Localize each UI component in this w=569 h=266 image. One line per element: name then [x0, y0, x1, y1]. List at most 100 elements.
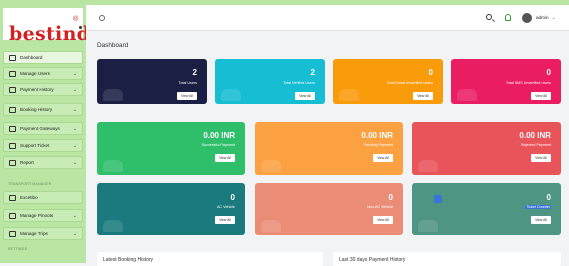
chevron-down-icon: ⌄ — [72, 126, 77, 132]
sidebar-toggle-dot[interactable] — [79, 26, 82, 29]
bus-icon — [103, 220, 123, 232]
sidebar-item-label: Payment Gateways — [20, 126, 60, 131]
panel-title: Latest Booking History — [103, 257, 154, 263]
search-icon[interactable] — [486, 14, 492, 20]
card-label: Non-AC Vehicle — [366, 205, 393, 209]
sidebar-item-label: Booking History — [20, 107, 53, 112]
sidebar-item-label: Support Ticket — [20, 143, 50, 148]
latest-booking-panel: Latest Booking History — [97, 252, 323, 266]
view-all-button[interactable]: View All — [373, 216, 393, 224]
chevron-down-icon: ⌄ — [72, 87, 77, 93]
bus-icon — [261, 220, 281, 232]
card-label: Successful Payment — [201, 143, 235, 147]
card-value: 0 — [428, 68, 433, 77]
card-label: Total Verified Users — [283, 81, 315, 85]
card-value: 0 — [546, 193, 551, 202]
view-all-button[interactable]: View All — [531, 216, 551, 224]
sidebar-section-title: TRANSPORT MANAGER — [8, 182, 52, 186]
users-icon — [103, 89, 123, 101]
trip-icon — [9, 230, 16, 237]
card-rejected-payment: 0.00 INR Rejected Payment View All — [412, 122, 561, 175]
card-value: 0 — [230, 193, 235, 202]
view-all-button[interactable]: View All — [295, 92, 315, 100]
view-all-button[interactable]: View All — [531, 154, 551, 162]
card-value: 0 — [546, 68, 551, 77]
card-ac-vehicle: 0 AC Vehicle View All — [97, 183, 245, 235]
money-icon — [103, 160, 123, 172]
sms-icon — [457, 89, 477, 101]
card-value: 2 — [192, 68, 197, 77]
user-check-icon — [221, 89, 241, 101]
sidebar-item-label: Dashboard — [20, 55, 43, 60]
sidebar-item-manage-users[interactable]: Manage Users ⌄ — [3, 67, 83, 80]
avatar[interactable] — [522, 13, 532, 23]
sidebar-item-dashboard[interactable]: Dashboard — [3, 51, 83, 64]
route-icon — [9, 212, 16, 219]
sidebar-item-excetibo[interactable]: Excetibo — [3, 191, 83, 204]
translate-icon[interactable] — [434, 195, 442, 203]
home-icon — [9, 54, 16, 61]
sidebar-item-payment-history[interactable]: Payment History ⌄ — [3, 83, 83, 96]
view-all-button[interactable]: View All — [373, 154, 393, 162]
sidebar-section-title: SETTINGS — [8, 247, 28, 251]
sidebar-item-booking-history[interactable]: Booking History ⌄ — [3, 103, 83, 116]
chevron-down-icon: ⌄ — [72, 143, 77, 149]
ticket-icon — [9, 142, 16, 149]
card-value: 0.00 INR — [519, 131, 551, 140]
card-value: 0.00 INR — [361, 131, 393, 140]
bus-icon — [9, 194, 16, 201]
chevron-down-icon[interactable]: ⌄ — [552, 15, 555, 20]
sidebar-item-label: Report — [20, 160, 34, 165]
chevron-down-icon: ⌄ — [72, 213, 77, 219]
card-label: AC Vehicle — [216, 205, 235, 209]
envelope-icon — [339, 89, 359, 101]
card-pending-payment: 0.00 INR Pending Payment View All — [255, 122, 403, 175]
chevron-down-icon: ⌄ — [72, 71, 77, 77]
sidebar-item-report[interactable]: Report ⌄ — [3, 156, 83, 169]
card-value: 0.00 INR — [203, 131, 235, 140]
gateway-icon — [9, 125, 16, 132]
brand-logo: bestind — [9, 23, 86, 45]
card-label: Total Users — [178, 81, 197, 85]
card-non-ac-vehicle: 0 Non-AC Vehicle View All — [255, 183, 403, 235]
chevron-down-icon: ⌄ — [72, 231, 77, 237]
card-label: Total Email Unverified Users — [386, 81, 433, 85]
view-all-button[interactable]: View All — [215, 216, 235, 224]
gear-icon[interactable] — [99, 15, 105, 21]
logo-box[interactable]: bestind ® — [3, 8, 86, 45]
card-label: Ticket Counter — [525, 205, 551, 209]
money-icon — [418, 160, 438, 172]
sidebar: bestind ® Dashboard Manage Users ⌄ Payme… — [0, 5, 86, 263]
view-all-button[interactable]: View All — [177, 92, 197, 100]
chevron-down-icon: ⌄ — [72, 160, 77, 166]
sidebar-item-manage-pinoots[interactable]: Manage Pinoots ⌄ — [3, 209, 83, 222]
user-name[interactable]: admin — [536, 15, 549, 20]
card-label: Rejected Payment — [520, 143, 551, 147]
sidebar-item-label: Excetibo — [20, 195, 38, 200]
bell-icon[interactable] — [505, 14, 511, 21]
money-icon — [261, 160, 281, 172]
sidebar-item-label: Payment History — [20, 87, 54, 92]
booking-icon — [9, 106, 16, 113]
card-ticket-counter: 0 Ticket Counter View All — [412, 183, 561, 235]
card-value: 2 — [310, 68, 315, 77]
users-icon — [9, 70, 16, 77]
report-icon — [9, 159, 16, 166]
sidebar-item-support-ticket[interactable]: Support Ticket ⌄ — [3, 139, 83, 152]
view-all-button[interactable]: View All — [531, 92, 551, 100]
card-sms-unverified: 0 Total SMS Unverified Users View All — [451, 59, 561, 104]
card-total-users: 2 Total Users View All — [97, 59, 207, 104]
sidebar-item-label: Manage Trips — [20, 231, 48, 236]
card-label: Total SMS Unverified Users — [505, 81, 551, 85]
ticket-icon — [418, 220, 438, 232]
payment-history-panel: Last 30 days Payment History — [333, 252, 561, 266]
view-all-button[interactable]: View All — [215, 154, 235, 162]
sidebar-item-manage-trips[interactable]: Manage Trips ⌄ — [3, 227, 83, 240]
payment-icon — [9, 86, 16, 93]
sidebar-item-payment-gateways[interactable]: Payment Gateways ⌄ — [3, 122, 83, 135]
panel-title: Last 30 days Payment History — [339, 257, 406, 263]
card-label: Pending Payment — [363, 143, 393, 147]
card-email-unverified: 0 Total Email Unverified Users View All — [333, 59, 443, 104]
view-all-button[interactable]: View All — [413, 92, 433, 100]
chevron-down-icon: ⌄ — [72, 107, 77, 113]
